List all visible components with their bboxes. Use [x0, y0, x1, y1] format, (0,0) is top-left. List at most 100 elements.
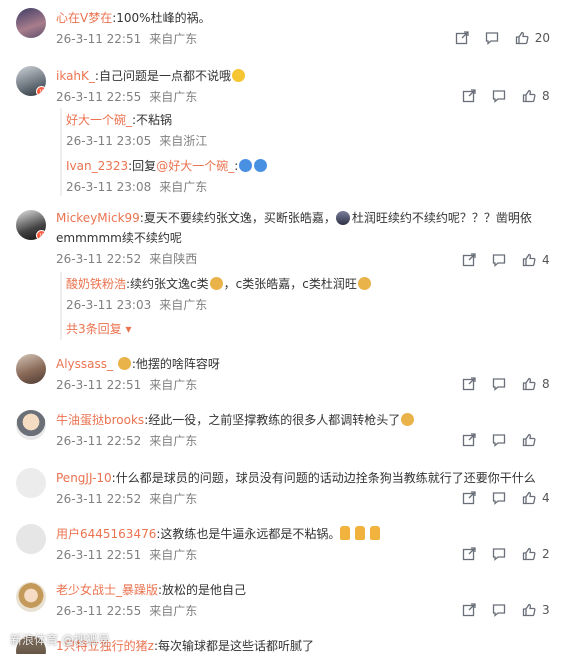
reply-item: 酸奶铁粉浩:续约张文逸c类 ，c类张皓嘉，c类杜润旺 26-3-11 23:03 来…	[64, 274, 372, 314]
comment-time: 26-3-11 22:51	[56, 378, 142, 392]
comment-icon[interactable]	[492, 547, 506, 561]
reply-thread: 好大一个碗_:不粘锅 26-3-11 23:05 来自浙江 Ivan_2323:回…	[60, 108, 546, 196]
avatar[interactable]	[16, 524, 46, 554]
like-button[interactable]: 3	[522, 603, 550, 617]
comment-time: 26-3-11 22:55	[56, 90, 142, 104]
reply-username[interactable]: 好大一个碗_	[66, 113, 132, 127]
like-count: 2	[542, 547, 550, 561]
comment-location: 来自广东	[149, 32, 198, 46]
reply-item: 好大一个碗_:不粘锅 26-3-11 23:05 来自浙江	[64, 110, 207, 150]
reply-item: Ivan_2323:回复@好大一个碗_: 26-3-11 23:08 来自广东	[64, 156, 268, 196]
comment-item: v MickeyMick99:夏天不要续约张文逸，买断张皓嘉， 杜润旺续约不续约呢…	[0, 202, 562, 340]
avatar[interactable]	[16, 354, 46, 384]
thumb-up-icon	[515, 31, 529, 45]
comment-location: 来自广东	[149, 434, 198, 448]
comment-username[interactable]: 牛油蛋挞brooks	[56, 413, 144, 427]
emoji-icon	[357, 277, 371, 290]
comment-item: 心在V梦在:100%杜峰的祸。 26-3-11 22:51 来自广东 20	[0, 0, 562, 54]
like-button[interactable]: 4	[522, 253, 550, 267]
share-icon[interactable]	[455, 31, 469, 45]
comment-text: :放松的是他自己	[158, 583, 247, 597]
like-count: 8	[542, 377, 550, 391]
share-icon[interactable]	[462, 89, 476, 103]
like-count: 20	[534, 31, 550, 45]
thumb-up-icon	[522, 433, 536, 447]
comment-username[interactable]: PengJJ-10	[56, 471, 112, 485]
reply-text: ，c类张皓嘉，c类杜润旺	[223, 277, 357, 291]
comment-icon[interactable]	[492, 89, 506, 103]
emoji-icon	[401, 413, 415, 426]
like-count: 3	[542, 603, 550, 617]
comment-icon[interactable]	[492, 491, 506, 505]
reply-text: :不粘锅	[132, 113, 173, 127]
like-count: 4	[542, 253, 550, 267]
reply-username[interactable]: 酸奶铁粉浩	[66, 277, 126, 291]
comment-username[interactable]: ikahK_	[56, 69, 95, 83]
avatar[interactable]	[16, 8, 46, 38]
share-icon[interactable]	[462, 433, 476, 447]
reply-location: 来自广东	[159, 180, 208, 194]
like-button[interactable]	[522, 433, 550, 447]
comment-username[interactable]: 老少女战士_暴躁版	[56, 583, 158, 597]
thumb-up-icon	[522, 603, 536, 617]
reply-thread: 酸奶铁粉浩:续约张文逸c类 ，c类张皓嘉，c类杜润旺 26-3-11 23:03 来…	[60, 272, 546, 340]
comment-text: :每次输球都是这些话都听腻了	[153, 639, 314, 653]
share-icon[interactable]	[462, 491, 476, 505]
comment-item: Alyssass_ :他摆的啥阵容呀 26-3-11 22:51 来自广东 8	[0, 346, 562, 400]
share-icon[interactable]	[462, 603, 476, 617]
comment-item: 老少女战士_暴躁版:放松的是他自己 26-3-11 22:55 来自广东 3	[0, 574, 562, 630]
comment-icon[interactable]	[492, 603, 506, 617]
emoji-icon	[231, 69, 245, 82]
comment-location: 来自广东	[149, 90, 198, 104]
share-icon[interactable]	[462, 377, 476, 391]
emoji-icon	[254, 159, 268, 172]
reply-username[interactable]: Ivan_2323	[66, 159, 128, 173]
comment-username[interactable]: 心在V梦在	[56, 11, 112, 25]
comment-username[interactable]: 用户6445163476	[56, 527, 156, 541]
comment-text: :什么都是球员的问题，球员没有问题的话动边拴条狗当教练就行了还要你干什么	[111, 471, 536, 485]
share-icon[interactable]	[462, 253, 476, 267]
like-button[interactable]: 4	[522, 491, 550, 505]
avatar[interactable]: v	[16, 210, 46, 240]
like-count: 8	[542, 89, 550, 103]
comment-icon[interactable]	[492, 433, 506, 447]
comment-time: 26-3-11 22:52	[56, 252, 142, 266]
comment-username[interactable]: MickeyMick99	[56, 211, 140, 225]
share-icon[interactable]	[462, 547, 476, 561]
like-button[interactable]: 2	[522, 547, 550, 561]
avatar[interactable]	[16, 468, 46, 498]
comment-text: :夏天不要续约张文逸，买断张皓嘉，	[139, 211, 336, 225]
avatar[interactable]: v	[16, 66, 46, 96]
verified-badge: v	[36, 230, 46, 240]
reply-time: 26-3-11 23:05	[66, 134, 152, 148]
avatar[interactable]	[16, 410, 46, 440]
like-button[interactable]: 8	[522, 377, 550, 391]
comment-text: :经此一役，之前坚撑教练的很多人都调转枪头了	[144, 413, 401, 427]
thumbs-up-emoji-icon	[355, 526, 366, 540]
comment-text: :他摆的啥阵容呀	[131, 357, 220, 371]
thumb-up-icon	[522, 89, 536, 103]
thumbs-up-emoji-icon	[370, 526, 381, 540]
crown-icon	[117, 357, 131, 370]
comment-time: 26-3-11 22:51	[56, 32, 142, 46]
reply-text: :回复	[128, 159, 157, 173]
comment-icon[interactable]	[492, 253, 506, 267]
comment-text: 杜润旺续约不续约呢？？？凿明依	[351, 211, 532, 225]
watermark: 新浪体育 @搜狐号	[10, 633, 110, 647]
comment-time: 26-3-11 22:51	[56, 548, 142, 562]
more-replies-link[interactable]: 共3条回复 ▾	[66, 320, 131, 338]
comment-text-line: emmmmm续不续约呢	[56, 231, 182, 245]
like-button[interactable]: 8	[522, 89, 550, 103]
like-button[interactable]: 20	[515, 31, 550, 45]
avatar[interactable]	[16, 582, 46, 612]
comment-icon[interactable]	[492, 377, 506, 391]
reply-mention[interactable]: @好大一个碗_	[156, 159, 234, 173]
more-replies-label: 共3条回复	[66, 322, 122, 336]
emoji-icon	[239, 159, 253, 172]
thumb-up-icon	[522, 377, 536, 391]
comment-location: 来自广东	[149, 604, 198, 618]
comment-username[interactable]: Alyssass_	[56, 357, 113, 371]
comment-icon[interactable]	[485, 31, 499, 45]
like-count: 4	[542, 491, 550, 505]
comment-text: :自己问题是一点都不说哦	[94, 69, 231, 83]
